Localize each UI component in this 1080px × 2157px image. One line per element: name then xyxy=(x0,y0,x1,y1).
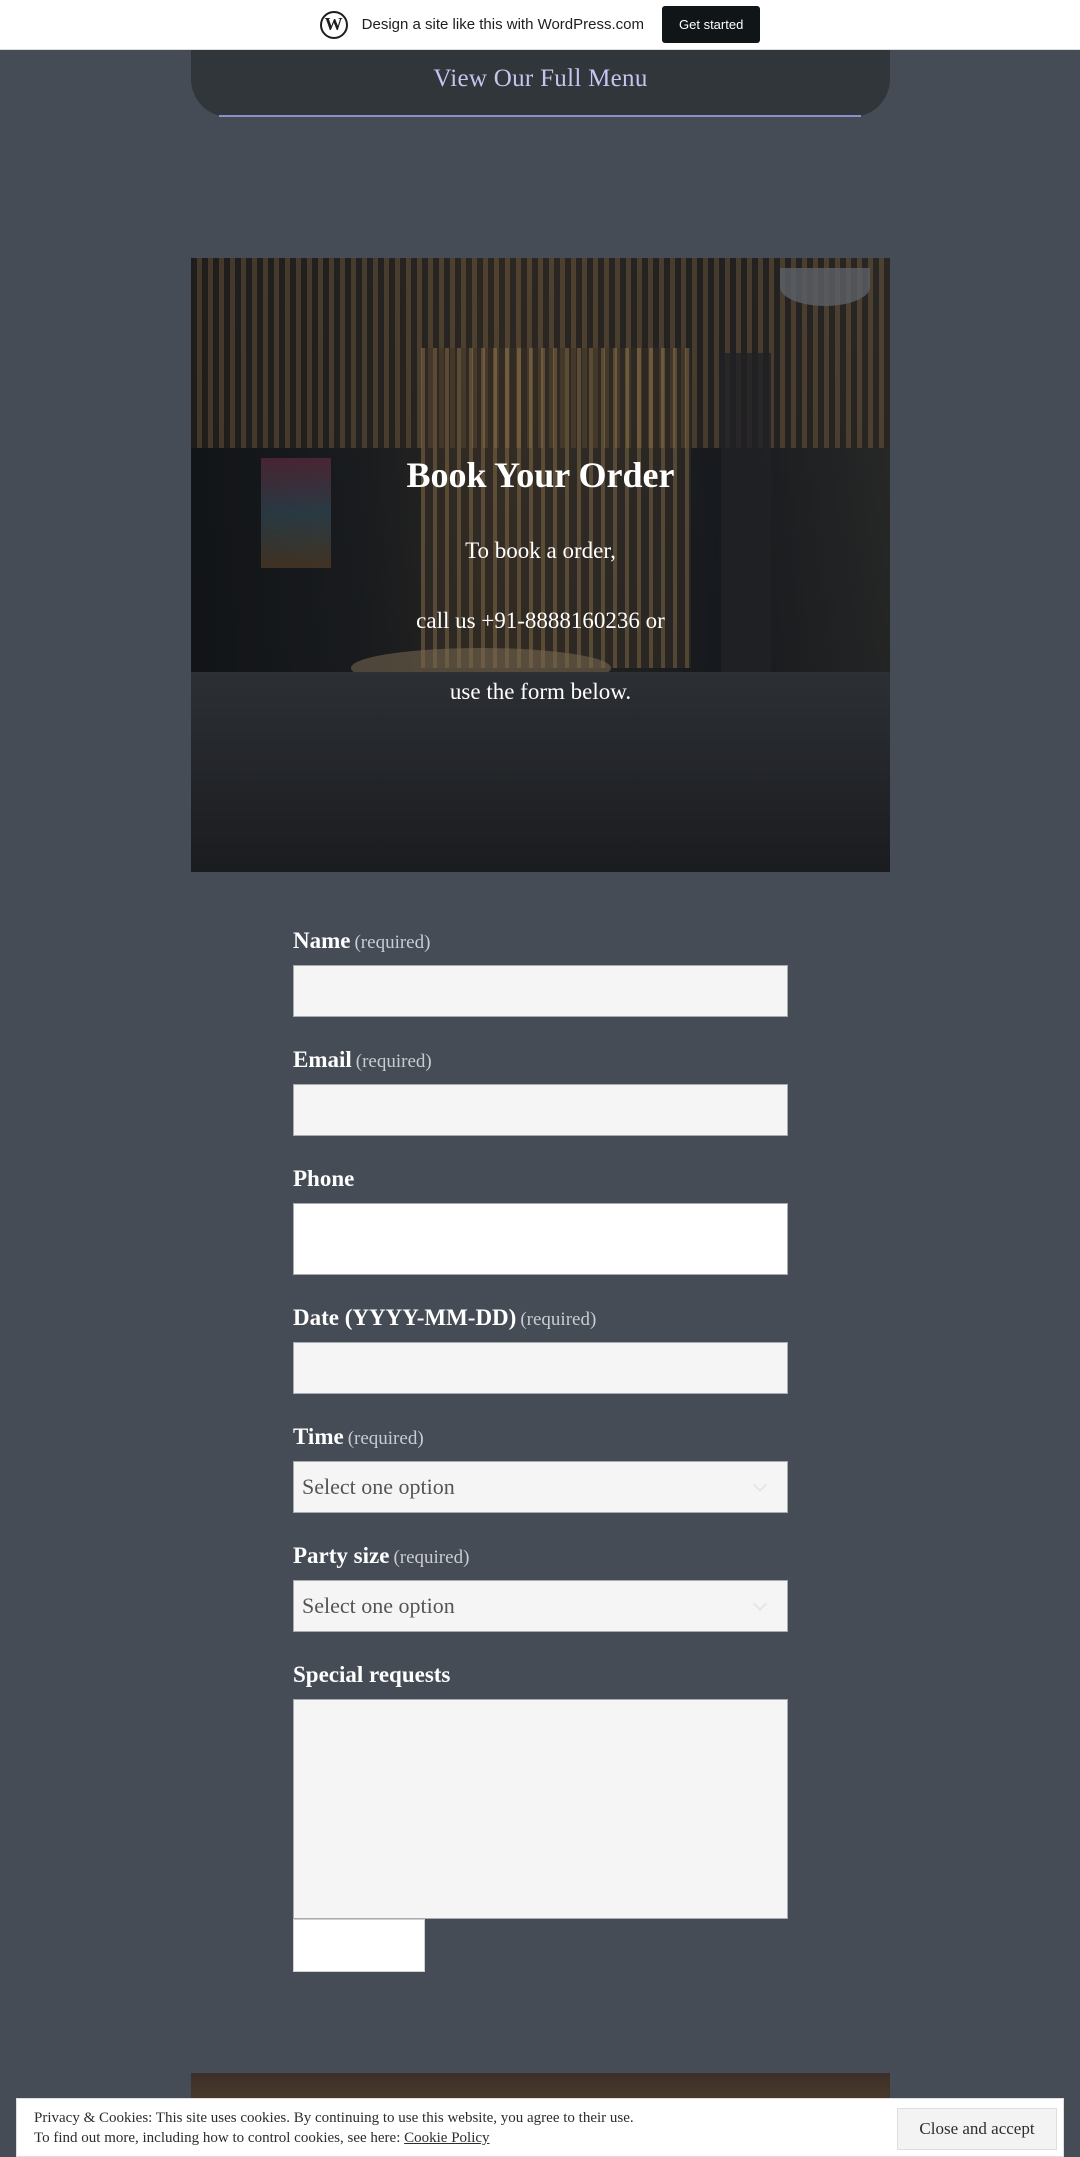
hero-line-3: use the form below. xyxy=(449,679,632,704)
cookie-line-2: To find out more, including how to contr… xyxy=(34,2128,634,2148)
date-label-text: Date (YYYY-MM-DD) xyxy=(293,1305,517,1330)
required-marker: (required) xyxy=(355,1051,432,1072)
email-input[interactable] xyxy=(293,1084,788,1136)
required-marker: (required) xyxy=(354,932,431,953)
name-label-text: Name xyxy=(293,928,351,953)
cookie-policy-link[interactable]: Cookie Policy xyxy=(404,2130,489,2146)
required-marker: (required) xyxy=(393,1547,470,1568)
time-select[interactable]: Select one option xyxy=(293,1461,788,1513)
party-size-label: Party size (required) xyxy=(293,1543,469,1569)
special-requests-label-text: Special requests xyxy=(293,1662,451,1687)
view-full-menu-button[interactable]: View Our Full Menu xyxy=(191,40,890,117)
email-label: Email (required) xyxy=(293,1047,432,1073)
submit-button[interactable] xyxy=(293,1919,425,1972)
date-input[interactable] xyxy=(293,1342,788,1394)
hero-restaurant-image: Book Your Order To book a order, call us… xyxy=(191,258,890,872)
time-label: Time (required) xyxy=(293,1424,424,1450)
chevron-down-icon xyxy=(752,1596,768,1612)
phone-input[interactable] xyxy=(293,1203,788,1275)
hero-content: Book Your Order To book a order, call us… xyxy=(191,258,890,872)
cookie-text: Privacy & Cookies: This site uses cookie… xyxy=(34,2108,634,2148)
hero-line-1: To book a order, xyxy=(465,538,616,563)
wordpress-promo-bar: W Design a site like this with WordPress… xyxy=(0,0,1080,50)
hero-title: Book Your Order xyxy=(406,455,675,495)
phone-label: Phone xyxy=(293,1166,354,1192)
cookie-line-2-text: To find out more, including how to contr… xyxy=(34,2130,401,2146)
email-label-text: Email xyxy=(293,1047,352,1072)
date-label: Date (YYYY-MM-DD) (required) xyxy=(293,1305,596,1331)
cookie-banner: Privacy & Cookies: This site uses cookie… xyxy=(16,2098,1064,2157)
promo-text: Design a site like this with WordPress.c… xyxy=(361,16,644,33)
party-size-select[interactable]: Select one option xyxy=(293,1580,788,1632)
wordpress-logo-icon[interactable]: W xyxy=(319,10,348,39)
special-requests-textarea[interactable] xyxy=(293,1699,788,1919)
menu-button-underline xyxy=(219,115,861,117)
required-marker: (required) xyxy=(520,1309,597,1330)
required-marker: (required) xyxy=(347,1428,424,1449)
special-requests-label: Special requests xyxy=(293,1662,450,1688)
time-select-value: Select one option xyxy=(302,1474,455,1499)
party-size-select-value: Select one option xyxy=(302,1593,455,1618)
name-input[interactable] xyxy=(293,965,788,1017)
phone-label-text: Phone xyxy=(293,1166,355,1191)
time-label-text: Time xyxy=(293,1424,344,1449)
hero-line-2: call us +91-8888160236 or xyxy=(416,608,665,633)
chevron-down-icon xyxy=(752,1477,768,1493)
get-started-button[interactable]: Get started xyxy=(662,6,761,43)
cookie-line-1: Privacy & Cookies: This site uses cookie… xyxy=(34,2110,634,2126)
close-and-accept-button[interactable]: Close and accept xyxy=(897,2108,1057,2150)
view-full-menu-label: View Our Full Menu xyxy=(433,64,648,92)
party-size-label-text: Party size xyxy=(293,1543,390,1568)
name-label: Name (required) xyxy=(293,928,430,954)
